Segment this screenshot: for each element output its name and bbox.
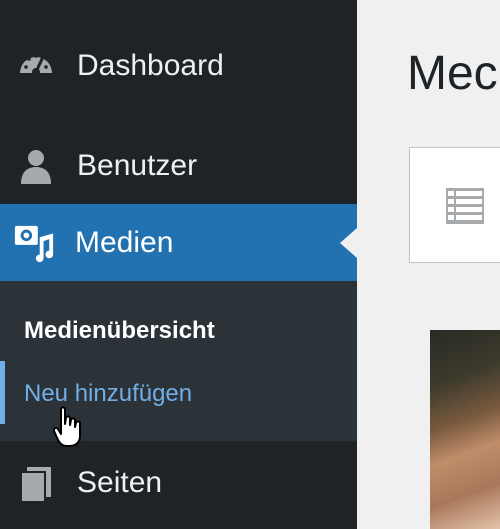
current-menu-arrow	[340, 228, 357, 258]
sidebar-item-media[interactable]: Medien	[0, 204, 357, 281]
pages-icon	[15, 462, 57, 504]
page-title: Mec	[407, 47, 498, 100]
hand-pointer-cursor-icon	[52, 406, 83, 453]
main-content: Mec	[357, 0, 500, 529]
list-view-icon[interactable]	[446, 188, 484, 229]
sidebar-item-label: Seiten	[77, 466, 163, 499]
media-icon	[13, 222, 55, 264]
sidebar-item-label: Benutzer	[77, 149, 198, 182]
submenu-item-media-library[interactable]: Medienübersicht	[24, 317, 215, 345]
sidebar-item-label: Medien	[75, 225, 174, 259]
sidebar-item-dashboard[interactable]: Dashboard	[0, 38, 357, 94]
sidebar-item-pages[interactable]: Seiten	[0, 455, 357, 511]
submenu-focus-bar	[0, 361, 5, 424]
media-thumbnail[interactable]	[430, 330, 500, 529]
sidebar-item-users[interactable]: Benutzer	[0, 138, 357, 194]
admin-sidebar: Dashboard Benutzer Medien Medienübersich…	[0, 0, 357, 529]
user-icon	[15, 145, 57, 187]
view-mode-toggle[interactable]	[409, 147, 500, 263]
submenu-item-add-new[interactable]: Neu hinzufügen	[24, 380, 192, 408]
dashboard-gauge-icon	[15, 45, 57, 87]
sidebar-item-label: Dashboard	[77, 49, 224, 82]
